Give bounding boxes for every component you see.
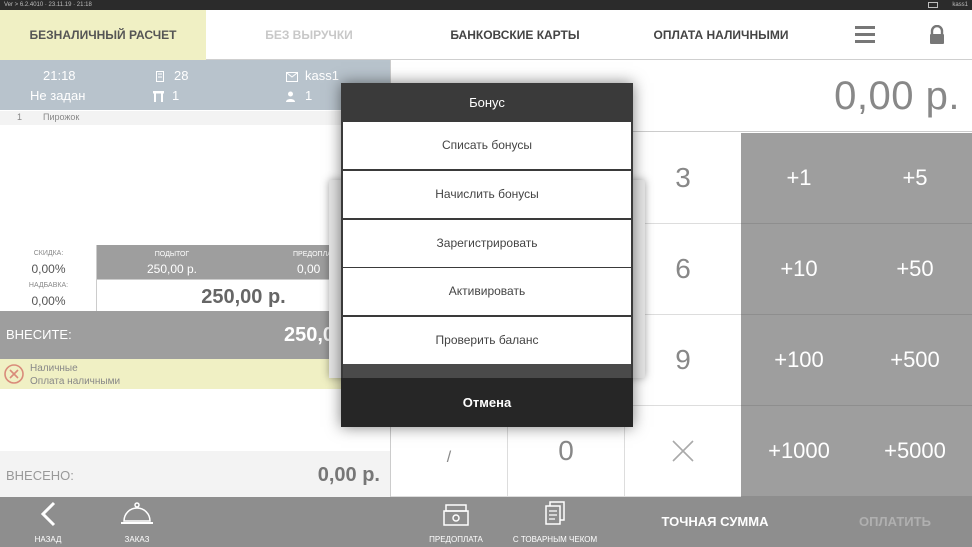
waiter-name: Не задан <box>30 88 86 103</box>
payment-type-tabs: БЕЗНАЛИЧНЫЙ РАСЧЕТ БЕЗ ВЫРУЧКИ БАНКОВСКИ… <box>0 10 972 60</box>
cashier-icon <box>286 70 298 85</box>
item-number: 1 <box>17 112 23 122</box>
check-balance-button[interactable]: Проверить баланс <box>343 317 631 364</box>
accrue-bonuses-button[interactable]: Начислить бонусы <box>343 171 631 218</box>
guests-count: 1 <box>305 88 313 103</box>
receipt-icon <box>544 501 566 529</box>
section-number: 1 <box>172 88 180 103</box>
order-time: 21:18 <box>43 68 76 83</box>
key-plus-50[interactable]: +50 <box>857 224 972 315</box>
payments-list-area <box>0 389 390 451</box>
tab-no-revenue[interactable]: БЕЗ ВЫРУЧКИ <box>206 10 412 60</box>
activate-button[interactable]: Активировать <box>343 268 631 315</box>
markup-label: НАДБАВКА: <box>28 282 69 289</box>
paid-label: ВНЕСЕНО: <box>6 468 74 483</box>
prepay-label: ПРЕДОПЛА <box>293 251 332 258</box>
order-label: ЗАКАЗ <box>124 535 150 544</box>
list-item[interactable]: 1 Пирожок <box>0 111 390 125</box>
subtotal-label: ПОДЫТОГ <box>154 251 190 258</box>
exact-amount-button[interactable]: ТОЧНАЯ СУММА <box>650 497 780 547</box>
lock-icon[interactable] <box>912 10 962 60</box>
cashier-name: kass1 <box>305 68 339 83</box>
tab-bank-cards[interactable]: БАНКОВСКИЕ КАРТЫ <box>412 10 618 60</box>
cloche-icon <box>120 501 154 529</box>
table-number: 28 <box>174 68 189 83</box>
item-name: Пирожок <box>43 112 80 122</box>
bonus-dialog: Бонус Списать бонусы Начислить бонусы За… <box>341 83 633 427</box>
paid-bar: ВНЕСЕНО: 0,00 р. <box>0 451 390 497</box>
pay-button[interactable]: ОПЛАТИТЬ <box>840 497 950 547</box>
receipt-label: С ТОВАРНЫМ ЧЕКОМ <box>512 535 598 544</box>
order-button[interactable]: ЗАКАЗ <box>107 497 167 547</box>
chevron-left-icon <box>39 501 57 529</box>
clear-icon[interactable] <box>625 406 742 497</box>
status-user: kass1 <box>952 2 968 8</box>
order-info-panel: 21:18 28 kass1 Не задан 1 1 <box>0 60 390 110</box>
payment-type: Наличные <box>30 363 78 374</box>
subtotal-value: 250,00 р. <box>146 262 198 276</box>
key-plus-100[interactable]: +100 <box>741 315 858 406</box>
key-plus-1000[interactable]: +1000 <box>741 406 858 497</box>
entered-amount: 0,00 р. <box>834 74 960 118</box>
status-bar: Ver > 6.2.4010 · 23.11.19 · 21:18 kass1 <box>0 0 972 10</box>
paid-value: 0,00 р. <box>317 464 380 486</box>
cash-register-icon <box>443 501 469 529</box>
due-label: ВНЕСИТЕ: <box>6 327 72 342</box>
discount-box[interactable]: СКИДКА: 0,00% НАДБАВКА: 0,00% <box>0 245 97 311</box>
tab-cashless[interactable]: БЕЗНАЛИЧНЫЙ РАСЧЕТ <box>0 10 206 60</box>
tab-cash-payment[interactable]: ОПЛАТА НАЛИЧНЫМИ <box>618 10 824 60</box>
mail-icon <box>928 2 938 8</box>
payment-method: Оплата наличными <box>30 376 121 387</box>
guests-icon <box>286 90 295 105</box>
prepay-button[interactable]: ПРЕДОПЛАТА <box>420 497 492 547</box>
due-value: 250,0 <box>284 324 335 346</box>
version-text: Ver > 6.2.4010 · 23.11.19 · 21:18 <box>4 2 92 8</box>
key-plus-5000[interactable]: +5000 <box>857 406 972 497</box>
markup-value: 0,00% <box>31 294 66 308</box>
redeem-bonuses-button[interactable]: Списать бонусы <box>343 122 631 169</box>
key-plus-5[interactable]: +5 <box>857 133 972 224</box>
section-icon <box>153 90 164 105</box>
discount-value: 0,00% <box>31 262 66 276</box>
dialog-title: Бонус <box>469 95 505 110</box>
prepay-button-label: ПРЕДОПЛАТА <box>429 535 483 544</box>
discount-label: СКИДКА: <box>33 250 64 257</box>
bottom-toolbar: НАЗАД ЗАКАЗ ПРЕДОПЛАТА С ТОВАРНЫМ ЧЕКОМ … <box>0 497 972 547</box>
back-label: НАЗАД <box>34 535 62 544</box>
table-icon <box>156 70 164 85</box>
receipt-button[interactable]: С ТОВАРНЫМ ЧЕКОМ <box>508 497 602 547</box>
back-button[interactable]: НАЗАД <box>18 497 78 547</box>
key-plus-10[interactable]: +10 <box>741 224 858 315</box>
dialog-separator <box>343 364 631 378</box>
remove-payment-icon[interactable] <box>4 364 24 387</box>
key-plus-500[interactable]: +500 <box>857 315 972 406</box>
register-button[interactable]: Зарегистрировать <box>343 220 631 267</box>
hamburger-icon[interactable] <box>840 10 890 60</box>
key-plus-1[interactable]: +1 <box>741 133 858 224</box>
prepay-value: 0,00 <box>297 262 321 276</box>
cancel-button[interactable]: Отмена <box>341 378 633 427</box>
